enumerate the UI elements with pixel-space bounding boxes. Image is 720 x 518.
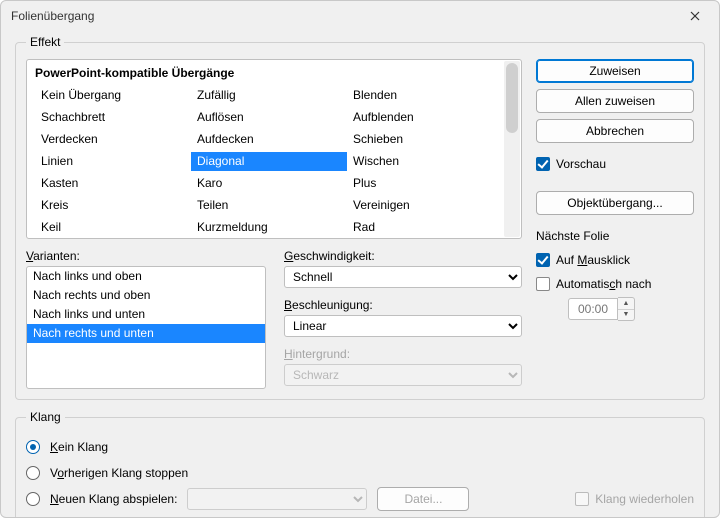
sound-none-label: Kein Klang <box>50 440 108 454</box>
preview-checkbox[interactable] <box>536 157 550 171</box>
window-close-button[interactable] <box>675 2 715 30</box>
speed-select[interactable]: Schnell <box>284 266 522 288</box>
variant-item[interactable]: Nach rechts und oben <box>27 286 265 305</box>
sound-play-new-label: Neuen Klang abspielen: <box>50 492 177 506</box>
on-click-checkbox[interactable] <box>536 253 550 267</box>
sound-fieldset: Klang Kein Klang Vorherigen Klang stoppe… <box>15 410 705 518</box>
effect-item[interactable]: Kreis <box>35 196 191 215</box>
effects-section-header: PowerPoint-kompatible Übergänge <box>35 66 503 80</box>
effect-item[interactable]: Auflösen <box>191 108 347 127</box>
effect-item[interactable]: Linien <box>35 152 191 171</box>
effect-item[interactable]: Zufällig <box>191 86 347 105</box>
sound-play-new-radio[interactable] <box>26 492 40 506</box>
effect-item[interactable]: Teilen <box>191 196 347 215</box>
assign-all-button[interactable]: Allen zuweisen <box>536 89 694 113</box>
effect-item[interactable]: Rad <box>347 218 503 237</box>
effect-item[interactable]: Plus <box>347 174 503 193</box>
effect-item[interactable]: Blenden <box>347 86 503 105</box>
time-value[interactable]: 00:00 <box>568 298 618 320</box>
effect-item[interactable]: Schieben <box>347 130 503 149</box>
effects-listbox[interactable]: PowerPoint-kompatible Übergänge Kein Übe… <box>26 59 522 239</box>
effect-item[interactable]: Wischen <box>347 152 503 171</box>
variant-item[interactable]: Nach links und oben <box>27 267 265 286</box>
effect-item[interactable]: Karo <box>191 174 347 193</box>
sound-legend: Klang <box>26 410 65 424</box>
spinner-up-icon[interactable]: ▲ <box>618 298 634 310</box>
effect-item[interactable]: Kurzmeldung <box>191 218 347 237</box>
close-icon <box>690 11 700 21</box>
speed-label: Geschwindigkeit: <box>284 249 522 263</box>
cancel-button[interactable]: Abbrechen <box>536 119 694 143</box>
effect-item[interactable]: Aufblenden <box>347 108 503 127</box>
background-select: Schwarz <box>284 364 522 386</box>
time-spinner[interactable]: ▲ ▼ <box>618 297 635 321</box>
variant-item[interactable]: Nach rechts und unten <box>27 324 265 343</box>
spinner-down-icon[interactable]: ▼ <box>618 310 634 321</box>
preview-label: Vorschau <box>556 157 606 171</box>
effect-item[interactable]: Kasten <box>35 174 191 193</box>
effect-item[interactable]: Diagonal <box>191 152 347 171</box>
variants-listbox[interactable]: Nach links und obenNach rechts und obenN… <box>26 266 266 389</box>
sound-repeat-checkbox <box>575 492 589 506</box>
dialog-window: Folienübergang Effekt PowerPoint-kompati… <box>0 0 720 518</box>
scrollbar-track[interactable] <box>504 61 520 237</box>
effect-fieldset: Effekt PowerPoint-kompatible Übergänge K… <box>15 35 705 400</box>
variant-item[interactable]: Nach links und unten <box>27 305 265 324</box>
effect-item[interactable]: Verdecken <box>35 130 191 149</box>
effect-legend: Effekt <box>26 35 64 49</box>
effect-item[interactable]: Vereinigen <box>347 196 503 215</box>
background-label: Hintergrund: <box>284 347 522 361</box>
accel-select[interactable]: Linear <box>284 315 522 337</box>
effect-item[interactable]: Kein Übergang <box>35 86 191 105</box>
window-title: Folienübergang <box>11 9 94 23</box>
accel-label: Beschleunigung: <box>284 298 522 312</box>
scrollbar-thumb[interactable] <box>506 63 518 133</box>
assign-button[interactable]: Zuweisen <box>536 59 694 83</box>
variants-label: Varianten: <box>26 249 266 263</box>
sound-none-radio[interactable] <box>26 440 40 454</box>
on-click-label: Auf Mausklick <box>556 253 630 267</box>
sound-file-select <box>187 488 367 510</box>
effect-item[interactable]: Schachbrett <box>35 108 191 127</box>
sound-stop-prev-radio[interactable] <box>26 466 40 480</box>
auto-after-label: Automatisch nach <box>556 277 651 291</box>
object-transition-button[interactable]: Objektübergang... <box>536 191 694 215</box>
titlebar: Folienübergang <box>1 1 719 31</box>
effect-item[interactable]: Keil <box>35 218 191 237</box>
auto-after-time[interactable]: 00:00 ▲ ▼ <box>568 297 694 321</box>
sound-repeat-label: Klang wiederholen <box>595 492 694 506</box>
sound-file-button: Datei... <box>377 487 469 511</box>
sound-stop-prev-label: Vorherigen Klang stoppen <box>50 466 188 480</box>
auto-after-checkbox[interactable] <box>536 277 550 291</box>
nextslide-legend: Nächste Folie <box>536 229 694 243</box>
effect-item[interactable]: Aufdecken <box>191 130 347 149</box>
